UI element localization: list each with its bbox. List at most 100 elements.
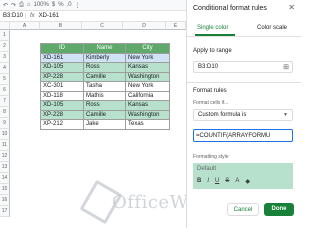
table-cell[interactable]: New York <box>125 81 170 92</box>
formula-bar: B3:D10 fx XD-161 <box>0 11 186 22</box>
more-icon[interactable]: ⋮ <box>75 2 81 9</box>
style-toolbar: B I U S A ◆ <box>197 178 250 185</box>
table-cell[interactable]: Kansas <box>125 100 170 111</box>
cancel-button[interactable]: Cancel <box>227 203 259 216</box>
row-header[interactable]: 6 <box>0 85 10 96</box>
row-header[interactable]: 13 <box>0 162 10 173</box>
table-cell[interactable]: XP-212 <box>40 119 84 130</box>
row-header[interactable]: 16 <box>0 195 10 206</box>
italic-icon[interactable]: I <box>207 178 209 185</box>
table-cell[interactable]: Washington <box>125 71 170 82</box>
formula-input[interactable]: XD-161 <box>39 13 59 19</box>
range-value: B3:D10 <box>198 64 219 70</box>
row-header[interactable]: 4 <box>0 63 10 74</box>
row-header[interactable]: 15 <box>0 184 10 195</box>
table-cell[interactable]: XD-105 <box>40 100 84 111</box>
table-cell[interactable]: XD-105 <box>40 62 84 73</box>
table-cell[interactable]: Camille <box>83 109 126 120</box>
table-cell[interactable]: XD-161 <box>40 52 84 63</box>
table-header-row: ID Name City <box>40 43 170 54</box>
table-row: XD-105 Ross Kansas <box>40 100 170 111</box>
tab-color-scale[interactable]: Color scale <box>257 25 287 31</box>
done-button[interactable]: Done <box>264 203 294 216</box>
table-cell[interactable]: New York <box>125 52 170 63</box>
tab-single-color[interactable]: Single color <box>197 25 228 31</box>
table-cell[interactable]: Jake <box>83 119 126 130</box>
zoom-select[interactable]: 100% <box>34 2 49 8</box>
table-header-name[interactable]: Name <box>83 43 126 54</box>
table-header-city[interactable]: City <box>125 43 170 54</box>
row-header[interactable]: 12 <box>0 151 10 162</box>
row-header[interactable]: 1 <box>0 30 10 41</box>
table-row: XP-228 Camille Washington <box>40 109 170 120</box>
conditional-format-panel: Conditional format rules ✕ Single color … <box>186 0 301 228</box>
row-header[interactable]: 14 <box>0 173 10 184</box>
table-cell[interactable]: Ross <box>83 62 126 73</box>
table-cell[interactable]: Camille <box>83 71 126 82</box>
col-header-c[interactable]: C <box>82 22 123 30</box>
chevron-down-icon: ▼ <box>283 112 288 118</box>
table-row: XC-301 Tasha New York <box>40 81 170 92</box>
formatting-style-preview[interactable]: Default B I U S A ◆ <box>193 163 293 189</box>
bold-icon[interactable]: B <box>197 178 201 185</box>
table-cell[interactable]: XP-228 <box>40 71 84 82</box>
panel-title: Conditional format rules <box>193 5 267 12</box>
print-icon[interactable]: ⎙ <box>19 2 24 9</box>
grid-select-icon[interactable]: ⊞ <box>283 62 289 73</box>
row-header[interactable]: 2 <box>0 41 10 52</box>
paint-format-icon[interactable]: ⌂ <box>27 2 31 8</box>
table-cell[interactable]: XP-228 <box>40 109 84 120</box>
toolbar: ↶ ↷ ⎙ ⌂ 100% $ % .0 ⋮ <box>0 0 186 11</box>
table-cell[interactable]: Washington <box>125 109 170 120</box>
table-row: XD-161 Kimberly New York <box>40 52 170 63</box>
underline-icon[interactable]: U <box>215 178 219 185</box>
row-header[interactable]: 17 <box>0 206 10 217</box>
corner-cell[interactable] <box>0 22 10 30</box>
redo-icon[interactable]: ↷ <box>11 2 16 9</box>
name-box[interactable]: B3:D10 <box>0 13 26 19</box>
custom-formula-input[interactable]: =COUNTIF(ARRAYFORMU <box>193 129 293 142</box>
table-cell[interactable]: California <box>125 90 170 101</box>
row-header[interactable]: 7 <box>0 96 10 107</box>
table-cell[interactable]: XD-118 <box>40 90 84 101</box>
table-cell[interactable]: XC-301 <box>40 81 84 92</box>
table-cell[interactable]: Kansas <box>125 62 170 73</box>
table-row: XD-105 Ross Kansas <box>40 62 170 73</box>
row-header[interactable]: 9 <box>0 118 10 129</box>
row-header[interactable]: 10 <box>0 129 10 140</box>
undo-icon[interactable]: ↶ <box>3 2 8 9</box>
row-header[interactable]: 11 <box>0 140 10 151</box>
col-header-d[interactable]: D <box>123 22 166 30</box>
currency-icon[interactable]: $ <box>52 2 55 8</box>
table-cell[interactable]: Tasha <box>83 81 126 92</box>
table-cell[interactable]: Ross <box>83 100 126 111</box>
decimal-icon[interactable]: .0 <box>67 2 72 8</box>
strikethrough-icon[interactable]: S <box>225 178 229 185</box>
table-cell[interactable]: Mathis <box>83 90 126 101</box>
fill-color-icon[interactable]: ◆ <box>245 178 250 185</box>
close-icon[interactable]: ✕ <box>288 3 295 12</box>
text-color-icon[interactable]: A <box>235 178 239 185</box>
row-header[interactable]: 5 <box>0 74 10 85</box>
col-header-a[interactable]: A <box>10 22 40 30</box>
sheet-grid[interactable]: A B C D E 1 2 3 4 5 6 7 8 9 10 11 12 13 … <box>0 22 229 228</box>
table-row: XP-212 Jake Texas <box>40 119 170 130</box>
apply-range-label: Apply to range <box>193 48 232 54</box>
row-header[interactable]: 8 <box>0 107 10 118</box>
col-header-b[interactable]: B <box>40 22 82 30</box>
divider <box>187 82 301 83</box>
table-header-id[interactable]: ID <box>40 43 84 54</box>
range-input[interactable]: B3:D10 ⊞ <box>193 61 293 73</box>
table-row: XD-118 Mathis California <box>40 90 170 101</box>
col-header-e[interactable]: E <box>166 22 186 30</box>
table-cell[interactable]: Kimberly <box>83 52 126 63</box>
active-tab-indicator <box>195 34 235 36</box>
percent-icon[interactable]: % <box>58 2 63 8</box>
formatting-style-label: Formatting style <box>193 154 229 160</box>
table-cell[interactable]: Texas <box>125 119 170 130</box>
format-rules-label: Format rules <box>193 88 227 94</box>
table-row: XP-228 Camille Washington <box>40 71 170 82</box>
condition-select[interactable]: Custom formula is ▼ <box>193 109 293 121</box>
condition-value: Custom formula is <box>198 112 247 118</box>
row-header[interactable]: 3 <box>0 52 10 63</box>
